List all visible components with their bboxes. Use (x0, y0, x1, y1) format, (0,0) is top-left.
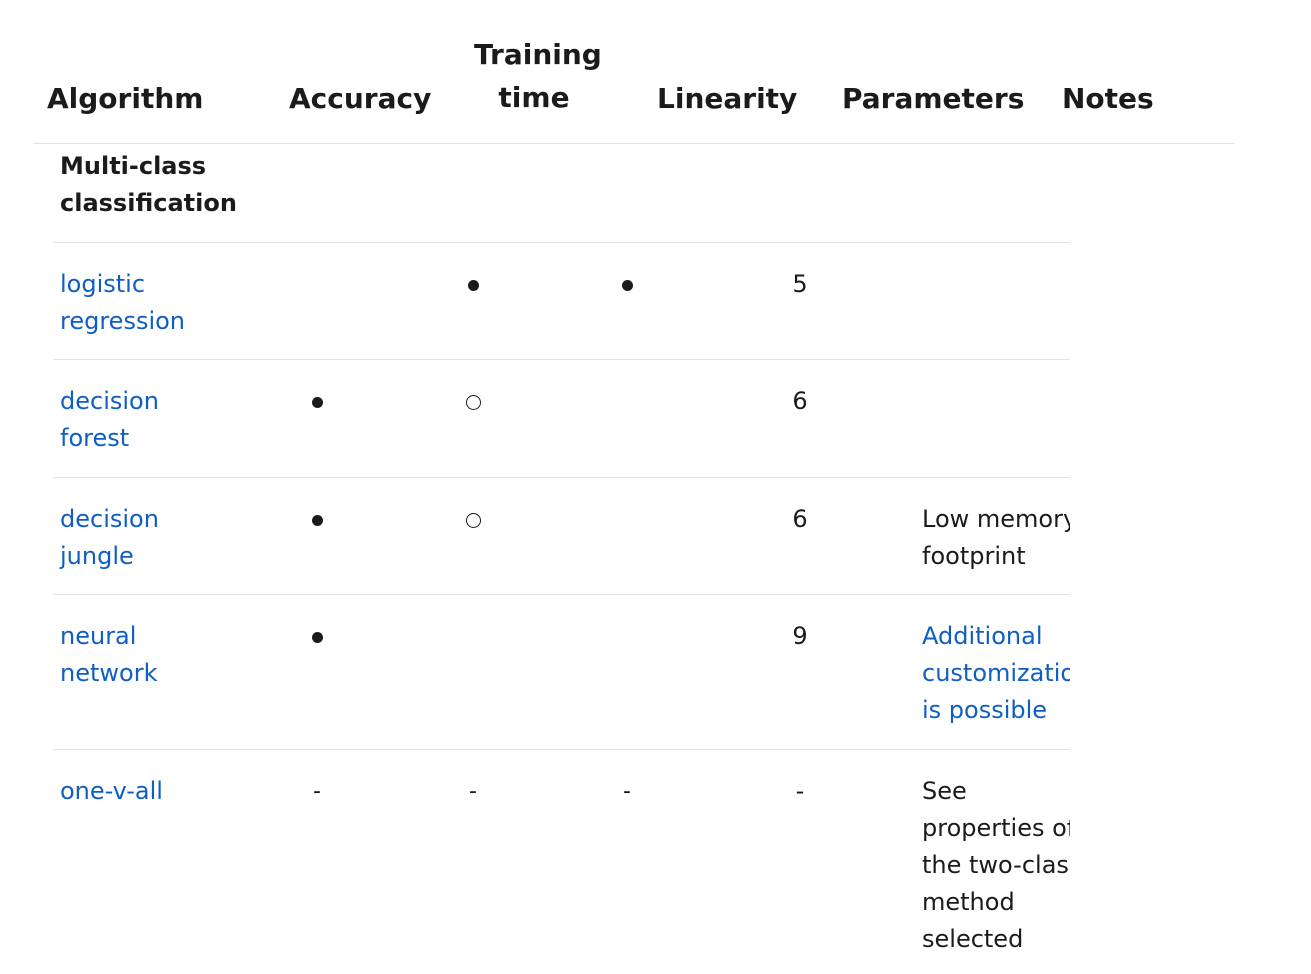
row-divider (53, 359, 1070, 360)
notes-line: See (922, 777, 967, 805)
row-divider (53, 477, 1070, 478)
notes-line: customizatior (922, 659, 1070, 687)
algorithm-link[interactable]: one-v-all (60, 773, 230, 810)
notes-line: Additional (922, 622, 1043, 650)
notes-customization-link[interactable]: Additional customizatior is possible (922, 618, 1070, 729)
header-training-time: Training time (474, 33, 602, 119)
filled-dot-icon (467, 279, 479, 291)
algorithm-link[interactable]: logistic regression (60, 266, 230, 340)
accuracy-cell (302, 383, 332, 420)
notes-line: footprint (922, 542, 1026, 570)
parameters-cell: - (795, 777, 805, 805)
row-divider (53, 242, 1070, 243)
algorithm-link-line1: neural (60, 622, 137, 650)
notes-cell: Low memory footprint (922, 501, 1070, 575)
linearity-cell (612, 266, 642, 303)
algorithm-link-line1: logistic (60, 270, 146, 298)
algorithm-link-line2: jungle (60, 542, 134, 570)
algorithm-link-line2: forest (60, 424, 130, 452)
section-title-line2: classification (60, 189, 237, 217)
accuracy-cell (302, 618, 332, 655)
notes-line: selected (922, 925, 1024, 953)
training-time-cell: - (469, 779, 477, 804)
header-divider (33, 143, 1235, 144)
filled-dot-icon (621, 279, 633, 291)
section-title-line1: Multi-class (60, 152, 207, 180)
notes-line: method (922, 888, 1015, 916)
notes-line: is possible (922, 696, 1048, 724)
hollow-circle-icon (465, 394, 481, 410)
hollow-circle-icon (465, 512, 481, 528)
algorithm-link-line2: network (60, 659, 158, 687)
header-linearity: Linearity (657, 82, 798, 115)
algorithm-link-line1: decision (60, 505, 159, 533)
linearity-cell: - (623, 779, 631, 804)
header-training-time-line1: Training (474, 38, 602, 71)
training-time-cell (458, 383, 488, 420)
training-time-cell (458, 501, 488, 538)
notes-cell: See properties of the two-class method s… (922, 773, 1070, 958)
header-algorithm: Algorithm (47, 82, 204, 115)
parameters-cell: 5 (792, 270, 808, 298)
filled-dot-icon (311, 514, 323, 526)
parameters-cell: 6 (792, 387, 808, 415)
notes-line: properties of (922, 814, 1070, 842)
algorithm-link-line1: decision (60, 387, 159, 415)
header-notes: Notes (1062, 82, 1154, 115)
algorithm-link[interactable]: decision jungle (60, 501, 230, 575)
notes-line: the two-class (922, 851, 1070, 879)
parameters-cell: 6 (792, 505, 808, 533)
algorithm-link-line2: regression (60, 307, 186, 335)
row-divider (53, 594, 1070, 595)
header-training-time-line2: time (498, 81, 570, 114)
row-divider (53, 749, 1070, 750)
training-time-cell (458, 266, 488, 303)
filled-dot-icon (311, 631, 323, 643)
accuracy-cell: - (313, 779, 321, 804)
header-parameters: Parameters (842, 82, 1025, 115)
header-accuracy: Accuracy (289, 82, 432, 115)
table-header: Algorithm Accuracy Training time Lineari… (0, 0, 1311, 145)
algorithm-link[interactable]: neural network (60, 618, 230, 692)
notes-line: Low memory (922, 505, 1070, 533)
section-title: Multi-class classification (60, 148, 237, 222)
algorithm-link[interactable]: decision forest (60, 383, 230, 457)
accuracy-cell (302, 501, 332, 538)
algorithm-link-line1: one-v-all (60, 777, 163, 805)
parameters-cell: 9 (792, 622, 808, 650)
filled-dot-icon (311, 396, 323, 408)
